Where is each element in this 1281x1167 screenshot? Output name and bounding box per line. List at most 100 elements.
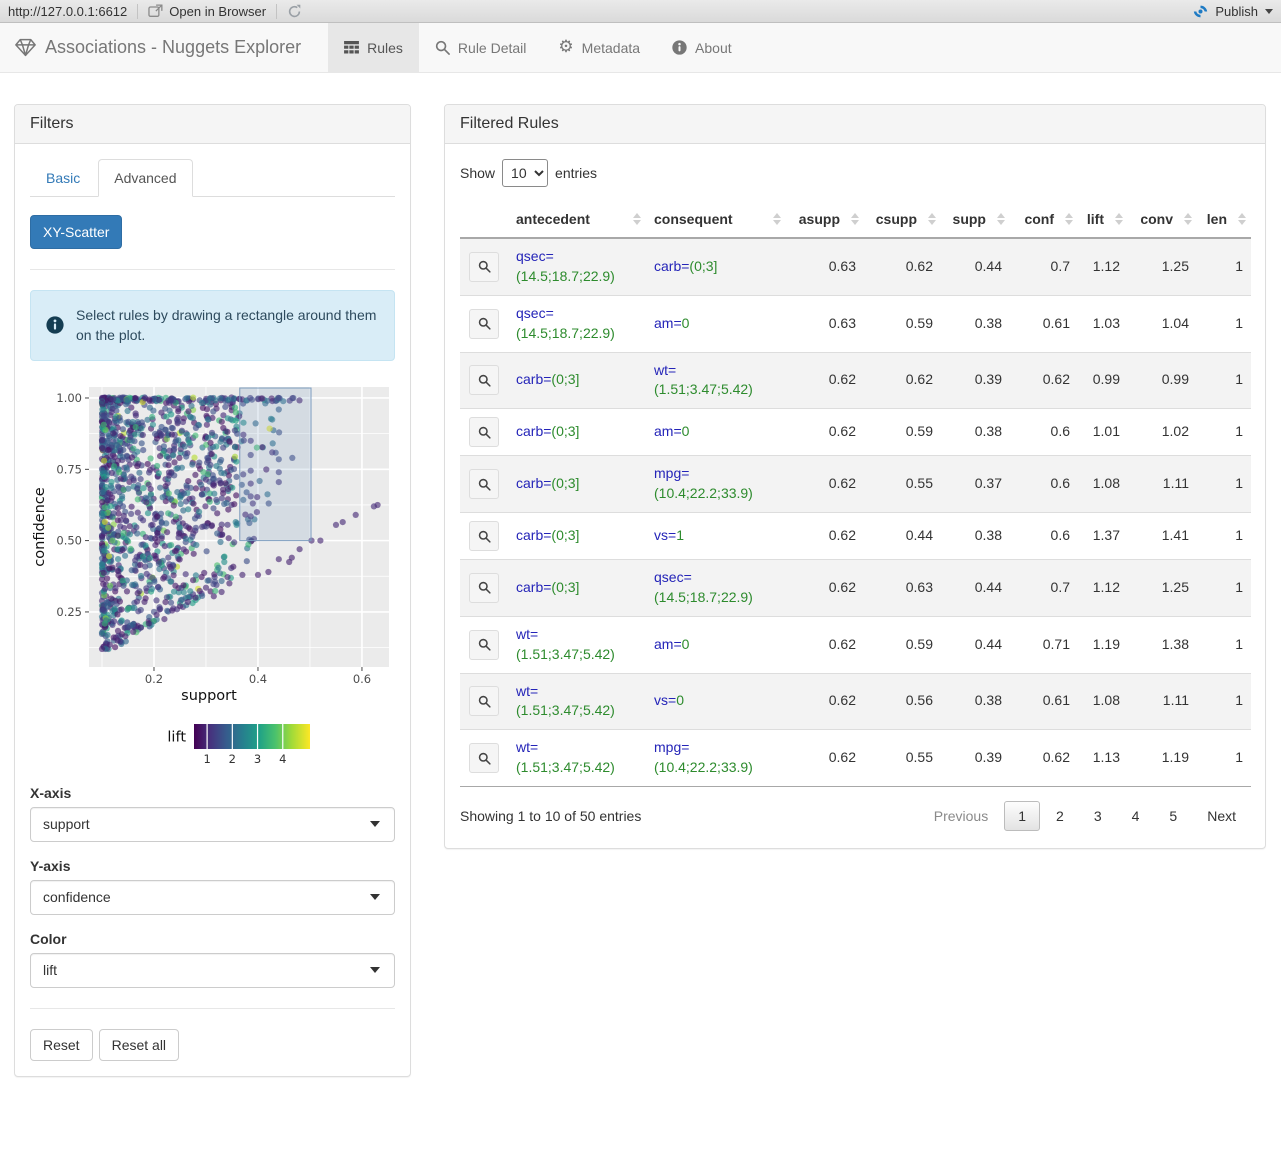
sort-icons[interactable] bbox=[851, 213, 859, 225]
rule-value: (10.4;22.2;33.9) bbox=[654, 485, 753, 502]
column-header-asupp[interactable]: asupp bbox=[786, 201, 864, 239]
pagination-page-3[interactable]: 3 bbox=[1080, 801, 1116, 831]
rule-attribute: carb= bbox=[516, 475, 552, 492]
pagination-previous[interactable]: Previous bbox=[920, 801, 1002, 831]
main-content: Filters Basic Advanced XY-Scatter Select… bbox=[0, 73, 1281, 1077]
color-select[interactable]: lift bbox=[30, 952, 395, 988]
conv-cell: 1.25 bbox=[1128, 559, 1197, 617]
conv-cell: 1.38 bbox=[1128, 615, 1197, 673]
column-header-supp[interactable]: supp bbox=[941, 201, 1010, 239]
app-brand: Associations - Nuggets Explorer bbox=[0, 23, 316, 72]
reset-button[interactable]: Reset bbox=[30, 1028, 93, 1061]
column-header-antecedent[interactable]: antecedent bbox=[508, 201, 646, 239]
nav-tab-about[interactable]: About bbox=[656, 23, 748, 72]
supp-cell: 0.44 bbox=[941, 559, 1010, 617]
column-header-conv[interactable]: conv bbox=[1128, 201, 1197, 239]
app-navbar: Associations - Nuggets Explorer Rules Rul… bbox=[0, 23, 1281, 73]
rule-attribute: carb= bbox=[516, 527, 552, 544]
rule-value: 0 bbox=[681, 423, 690, 440]
rule-zoom-button[interactable] bbox=[469, 365, 499, 396]
rule-zoom-button[interactable] bbox=[469, 521, 499, 551]
antecedent-cell: wt= (1.51;3.47;5.42) bbox=[508, 672, 646, 730]
table-row: carb=(0;3] am=0 0.62 0.59 0.38 0.6 1.01 1.02 1 bbox=[460, 408, 1251, 456]
nav-tab-metadata[interactable]: ⚙ Metadata bbox=[542, 23, 656, 72]
rule-attribute: am= bbox=[654, 635, 682, 652]
filtered-rules-panel: Filtered Rules Show 10 entries anteceden… bbox=[444, 104, 1266, 849]
rule-value: (1.51;3.47;5.42) bbox=[516, 759, 615, 776]
y-axis-select[interactable]: confidence bbox=[30, 879, 395, 915]
nav-tab-rules[interactable]: Rules bbox=[328, 23, 419, 72]
len-cell: 1 bbox=[1197, 672, 1251, 730]
rule-zoom-cell bbox=[460, 351, 508, 409]
divider bbox=[30, 1007, 395, 1009]
sort-icons[interactable] bbox=[1238, 213, 1246, 225]
svg-text:1.00: 1.00 bbox=[56, 391, 82, 405]
sort-icons[interactable] bbox=[928, 213, 936, 225]
filters-panel: Filters Basic Advanced XY-Scatter Select… bbox=[14, 104, 411, 1077]
rule-value: (0;3] bbox=[689, 257, 718, 274]
publish-caret[interactable] bbox=[1265, 8, 1273, 14]
publish-button[interactable]: Publish bbox=[1192, 4, 1258, 19]
pagination-next[interactable]: Next bbox=[1193, 801, 1250, 831]
open-in-browser-button[interactable]: Open in Browser bbox=[148, 4, 266, 19]
column-header-lift[interactable]: lift bbox=[1078, 201, 1128, 239]
sort-icons[interactable] bbox=[1184, 213, 1192, 225]
rule-zoom-button[interactable] bbox=[469, 743, 499, 774]
scatter-plot[interactable]: 0.25 0.50 0.75 1.00 0.2 0.4 0.6 support confiden… bbox=[30, 379, 396, 771]
x-axis-group: X-axis support bbox=[30, 785, 395, 842]
x-axis-select[interactable]: support bbox=[30, 806, 395, 842]
column-header-csupp[interactable]: csupp bbox=[864, 201, 941, 239]
asupp-cell: 0.63 bbox=[786, 294, 864, 352]
column-header-label: len bbox=[1206, 211, 1227, 227]
sort-icons[interactable] bbox=[997, 213, 1005, 225]
rule-attribute: vs= bbox=[654, 692, 677, 709]
consequent-cell: am=0 bbox=[646, 408, 786, 456]
reset-all-button[interactable]: Reset all bbox=[98, 1028, 180, 1061]
tab-advanced[interactable]: Advanced bbox=[98, 159, 193, 197]
nav-tab-label: Metadata bbox=[581, 39, 641, 56]
pagination-page-4[interactable]: 4 bbox=[1118, 801, 1154, 831]
colorbar-label: lift bbox=[167, 729, 186, 745]
rule-zoom-cell bbox=[460, 615, 508, 673]
conv-cell: 1.04 bbox=[1128, 294, 1197, 352]
rule-zoom-button[interactable] bbox=[469, 417, 499, 448]
column-header-consequent[interactable]: consequent bbox=[646, 201, 786, 239]
pagination-page-1[interactable]: 1 bbox=[1004, 801, 1041, 831]
lift-cell: 1.08 bbox=[1078, 455, 1128, 513]
sort-icons[interactable] bbox=[1115, 213, 1123, 225]
antecedent-cell: carb=(0;3] bbox=[508, 559, 646, 617]
conf-cell: 0.6 bbox=[1010, 512, 1078, 560]
magnifier-icon bbox=[478, 752, 491, 765]
sort-desc-icon bbox=[773, 220, 781, 225]
pagination-page-5[interactable]: 5 bbox=[1155, 801, 1191, 831]
refresh-button[interactable] bbox=[287, 4, 302, 19]
pagination-page-2[interactable]: 2 bbox=[1042, 801, 1078, 831]
rule-zoom-button[interactable] bbox=[469, 572, 499, 603]
sort-icons[interactable] bbox=[1065, 213, 1073, 225]
svg-text:1: 1 bbox=[203, 752, 210, 766]
rule-zoom-cell bbox=[460, 672, 508, 730]
open-window-icon bbox=[148, 4, 163, 18]
nav-tab-rule-detail[interactable]: Rule Detail bbox=[419, 23, 542, 72]
table-row: carb=(0;3] mpg= (10.4;22.2;33.9) 0.62 0.55 0.… bbox=[460, 455, 1251, 513]
rule-zoom-button[interactable] bbox=[469, 629, 499, 660]
magnifier-icon bbox=[478, 582, 491, 595]
rule-zoom-button[interactable] bbox=[469, 686, 499, 717]
chevron-down-icon bbox=[370, 821, 380, 828]
sort-icons[interactable] bbox=[773, 213, 781, 225]
nav-tab-label: Rule Detail bbox=[457, 39, 527, 56]
filters-tabs: Basic Advanced bbox=[30, 159, 395, 197]
xy-scatter-button[interactable]: XY-Scatter bbox=[30, 215, 123, 249]
column-header-len[interactable]: len bbox=[1197, 201, 1251, 239]
viewer-toolbar: http://127.0.0.1:6612 Open in Browser Pu… bbox=[0, 0, 1281, 23]
asupp-cell: 0.62 bbox=[786, 408, 864, 456]
rule-zoom-button[interactable] bbox=[469, 251, 499, 282]
rule-zoom-button[interactable] bbox=[469, 308, 499, 339]
sort-icons[interactable] bbox=[633, 213, 641, 225]
tab-basic[interactable]: Basic bbox=[30, 159, 96, 197]
page-length-select[interactable]: 10 bbox=[502, 159, 549, 187]
conv-cell: 1.11 bbox=[1128, 672, 1197, 730]
column-header-label: asupp bbox=[798, 211, 840, 227]
rule-zoom-button[interactable] bbox=[469, 469, 499, 500]
column-header-conf[interactable]: conf bbox=[1010, 201, 1078, 239]
